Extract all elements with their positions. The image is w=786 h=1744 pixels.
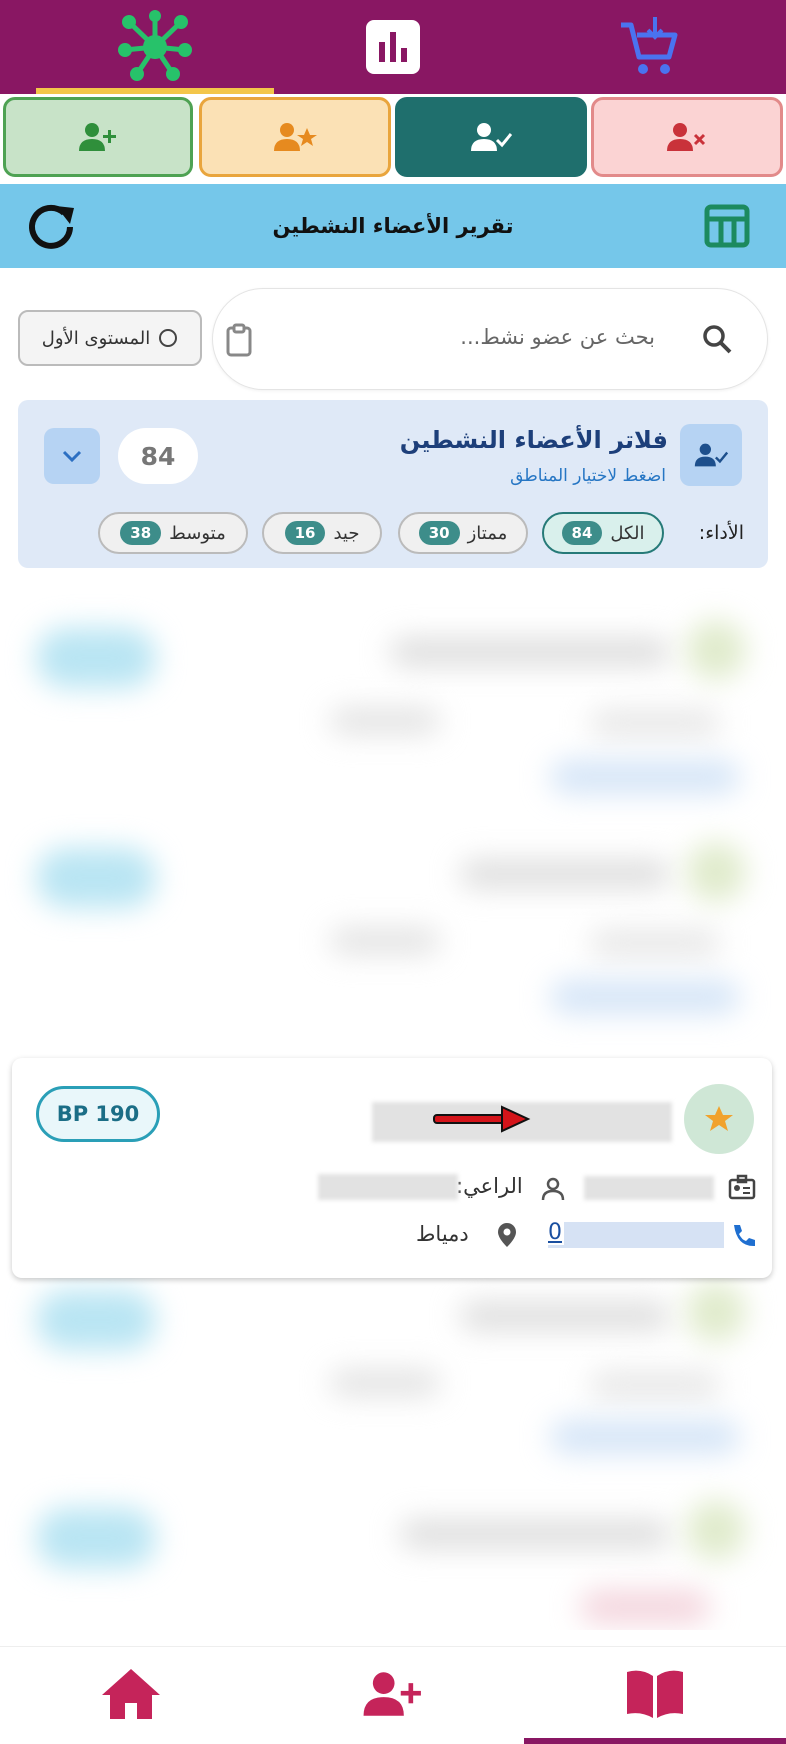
chip-label: ممتاز: [467, 522, 508, 544]
tab-inactive-members[interactable]: [591, 97, 783, 177]
add-user-icon: [79, 123, 116, 151]
blurred-text: [330, 1370, 440, 1396]
phone-icon[interactable]: [730, 1222, 756, 1252]
blurred-avatar: [686, 1282, 746, 1342]
bp-badge: BP 190: [36, 1086, 160, 1142]
filters-panel[interactable]: 84 فلاتر الأعضاء النشطين اضغط لاختيار ال…: [18, 400, 768, 568]
tab-add-member[interactable]: [3, 97, 193, 177]
sponsor-name-redacted: [318, 1174, 458, 1200]
add-user-icon: [363, 1672, 421, 1716]
refresh-icon: [29, 204, 74, 249]
cart-icon: [621, 17, 678, 74]
tab-network[interactable]: [36, 0, 274, 94]
filters-subtitle[interactable]: اضغط لاختيار المناطق: [510, 466, 666, 486]
clipboard-icon[interactable]: [225, 323, 253, 361]
page-title: تقرير الأعضاء النشطين: [272, 214, 514, 238]
search-placeholder: بحث عن عضو نشط...: [460, 325, 655, 349]
search-input[interactable]: بحث عن عضو نشط...: [212, 288, 768, 390]
blurred-text: [330, 928, 440, 954]
active-nav-indicator: [524, 1738, 786, 1744]
blurred-badge: [36, 848, 156, 908]
blurred-text: [590, 710, 720, 736]
refresh-button[interactable]: [26, 202, 80, 256]
bar-chart-icon: [366, 20, 420, 74]
blurred-badge: [36, 1508, 156, 1568]
blurred-avatar: [686, 620, 746, 680]
table-icon: [704, 204, 750, 248]
filters-icon-box: [680, 424, 742, 486]
search-row: المستوى الأول بحث عن عضو نشط...: [0, 288, 786, 390]
blurred-badge: [36, 1290, 156, 1350]
user-check-icon: [694, 443, 728, 467]
nav-add-member[interactable]: [262, 1647, 524, 1741]
blurred-name: [390, 638, 670, 666]
blurred-text: [580, 1590, 710, 1624]
member-card[interactable]: BP 190 الراعي: 0 دمياط: [12, 1058, 772, 1278]
chip-count: 38: [120, 521, 162, 545]
blurred-text: [330, 708, 440, 734]
bottom-navigation: [0, 1646, 786, 1744]
tab-active-members[interactable]: [395, 97, 587, 177]
blurred-link: [550, 1420, 740, 1454]
chevron-down-icon: [62, 450, 82, 463]
network-icon: [118, 10, 192, 81]
chip-count: 84: [561, 521, 603, 545]
blurred-name: [460, 860, 670, 888]
member-count: 84: [118, 428, 198, 484]
star-icon: [705, 1106, 733, 1131]
table-view-button[interactable]: [704, 204, 750, 252]
blurred-link: [550, 760, 740, 794]
blurred-avatar: [686, 1500, 746, 1560]
user-star-icon: [274, 123, 317, 151]
sponsor-label: الراعي:: [456, 1174, 523, 1198]
nav-home[interactable]: [0, 1647, 262, 1741]
chip-average[interactable]: متوسط 38: [98, 512, 248, 554]
user-check-icon: [471, 123, 512, 151]
chip-excellent[interactable]: ممتاز 30: [398, 512, 528, 554]
performance-label: الأداء:: [698, 522, 744, 544]
level-filter-label: المستوى الأول: [41, 327, 151, 349]
user-remove-icon: [667, 123, 706, 151]
chip-label: جيد: [333, 522, 360, 544]
report-header: تقرير الأعضاء النشطين: [0, 184, 786, 268]
home-icon: [102, 1669, 160, 1719]
tab-cart[interactable]: [512, 0, 786, 94]
radio-icon: [159, 329, 178, 347]
member-avatar: [684, 1084, 754, 1154]
phone-number: 0: [548, 1220, 564, 1245]
city-label: دمياط: [416, 1222, 469, 1246]
blurred-link: [550, 980, 740, 1014]
tab-star-members[interactable]: [199, 97, 391, 177]
chip-count: 30: [418, 521, 460, 545]
search-icon: [701, 323, 733, 359]
filters-title: فلاتر الأعضاء النشطين: [399, 426, 668, 454]
id-card-icon: [728, 1174, 756, 1206]
user-outline-icon: [540, 1176, 566, 1206]
chip-label: الكل: [610, 522, 645, 544]
chip-all[interactable]: الكل 84: [542, 512, 664, 554]
top-navigation: [0, 0, 786, 94]
level-filter-button[interactable]: المستوى الأول: [18, 310, 202, 366]
chip-good[interactable]: جيد 16: [262, 512, 382, 554]
chip-label: متوسط: [169, 522, 226, 544]
blurred-badge: [36, 628, 156, 688]
arrow-annotation-icon: [433, 1105, 531, 1133]
expand-filters-button[interactable]: [44, 428, 100, 484]
chip-count: 16: [284, 521, 326, 545]
nav-catalog[interactable]: [524, 1647, 786, 1741]
blurred-text: [590, 1372, 720, 1398]
blurred-text: [590, 930, 720, 956]
member-id-redacted: [584, 1176, 714, 1200]
tab-reports[interactable]: [274, 0, 512, 94]
blurred-name: [400, 1520, 670, 1548]
location-icon: [496, 1222, 518, 1252]
book-icon: [627, 1670, 683, 1718]
member-category-tabs: [0, 94, 786, 180]
blurred-name: [460, 1302, 670, 1330]
blurred-avatar: [686, 842, 746, 902]
phone-link[interactable]: 0: [548, 1220, 724, 1248]
